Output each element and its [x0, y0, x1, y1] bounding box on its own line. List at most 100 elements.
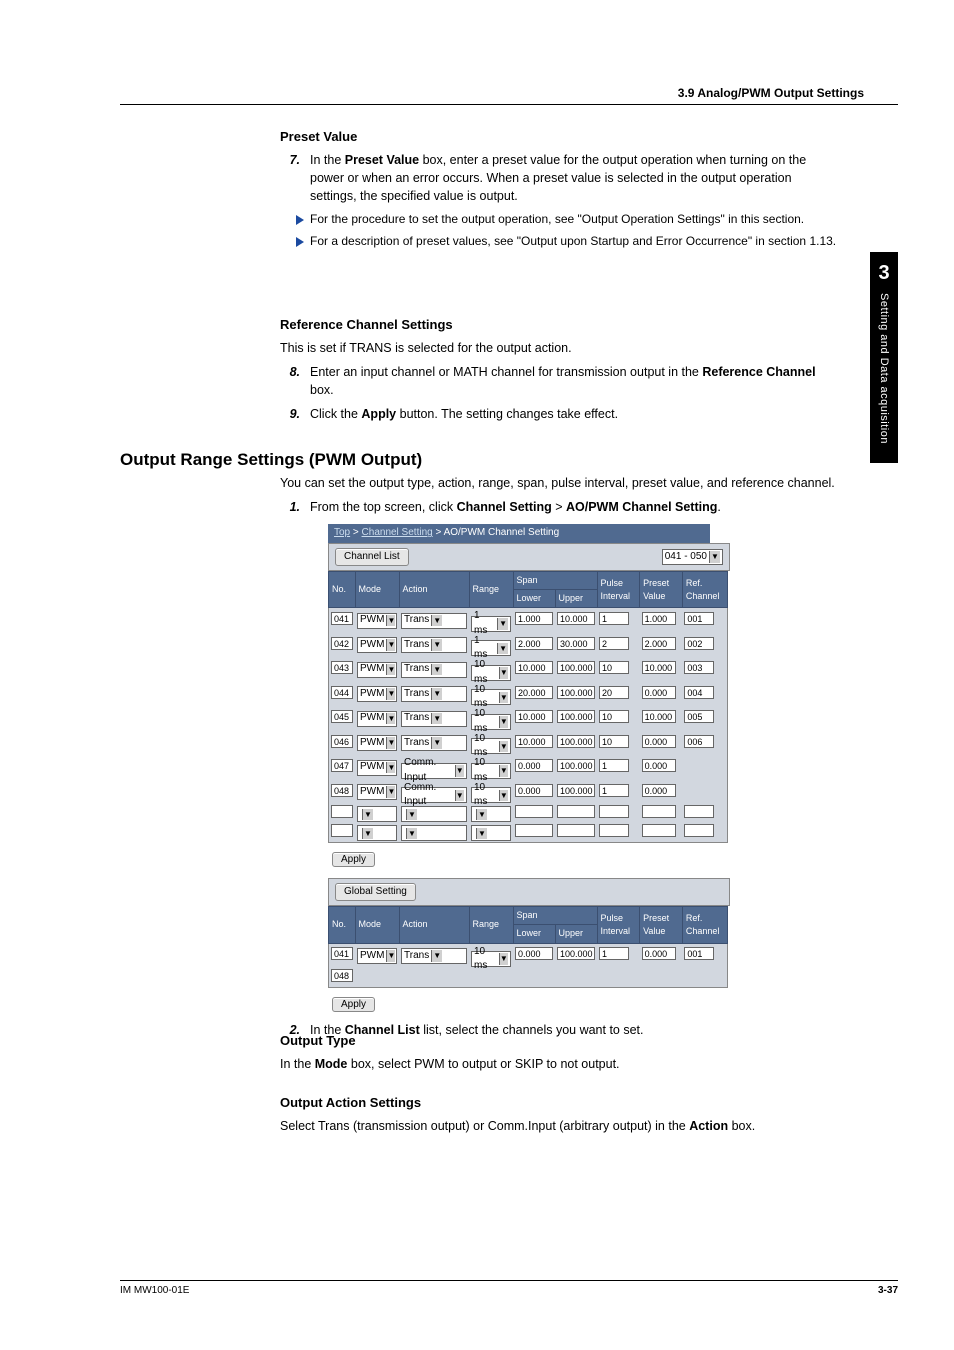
input-field[interactable]: 10 — [599, 710, 629, 723]
input-field[interactable]: 001 — [684, 947, 714, 960]
input-field[interactable]: 100.000 — [557, 661, 595, 674]
input-field[interactable] — [684, 824, 714, 837]
select[interactable]: Trans▼ — [401, 686, 467, 702]
input-field[interactable]: 0.000 — [642, 759, 676, 772]
input-field[interactable]: 2.000 — [642, 637, 676, 650]
select[interactable]: 10 ms▼ — [471, 714, 511, 730]
select[interactable]: 10 ms▼ — [471, 787, 511, 803]
select[interactable]: PWM▼ — [357, 686, 397, 702]
crumb-channel-setting-link[interactable]: Channel Setting — [362, 527, 433, 538]
select[interactable]: PWM▼ — [357, 662, 397, 678]
select[interactable]: Trans▼ — [401, 662, 467, 678]
select[interactable]: PWM▼ — [357, 735, 397, 751]
input-field[interactable] — [515, 805, 553, 818]
input-field[interactable]: 1 — [599, 759, 629, 772]
input-field[interactable]: 20.000 — [515, 686, 553, 699]
input-field[interactable] — [557, 805, 595, 818]
select[interactable]: 10 ms▼ — [471, 689, 511, 705]
input-field[interactable]: 041 — [331, 947, 353, 960]
select[interactable]: 10 ms▼ — [471, 951, 511, 967]
input-field[interactable]: 100.000 — [557, 735, 595, 748]
input-field[interactable] — [684, 805, 714, 818]
select[interactable]: Trans▼ — [401, 613, 467, 629]
channel-list-button[interactable]: Channel List — [335, 548, 409, 567]
input-field[interactable]: 001 — [684, 612, 714, 625]
input-field[interactable]: 006 — [684, 735, 714, 748]
input-field[interactable]: 0.000 — [642, 784, 676, 797]
select[interactable]: PWM▼ — [357, 948, 397, 964]
input-field[interactable]: 1.000 — [642, 612, 676, 625]
select[interactable]: 1 ms▼ — [471, 640, 511, 656]
input-field[interactable] — [642, 805, 676, 818]
input-field[interactable] — [515, 824, 553, 837]
select[interactable]: Trans▼ — [401, 735, 467, 751]
input-field[interactable]: 0.000 — [642, 686, 676, 699]
apply-button[interactable]: Apply — [332, 997, 375, 1012]
input-field[interactable]: 100.000 — [557, 947, 595, 960]
input-field[interactable]: 048 — [331, 784, 353, 797]
select[interactable]: ▼ — [357, 825, 397, 841]
input-field[interactable]: 1 — [599, 784, 629, 797]
input-field[interactable]: 004 — [684, 686, 714, 699]
input-field[interactable]: 0.000 — [642, 947, 676, 960]
select[interactable]: Comm. Input▼ — [401, 787, 467, 803]
input-field[interactable] — [599, 805, 629, 818]
input-field[interactable]: 0.000 — [515, 784, 553, 797]
select[interactable]: PWM▼ — [357, 637, 397, 653]
input-field[interactable]: 10.000 — [642, 661, 676, 674]
input-field[interactable]: 005 — [684, 710, 714, 723]
input-field[interactable]: 0.000 — [515, 947, 553, 960]
input-field[interactable]: 1.000 — [515, 612, 553, 625]
input-field[interactable]: 1 — [599, 612, 629, 625]
input-field[interactable]: 046 — [331, 735, 353, 748]
select[interactable]: Comm. Input▼ — [401, 763, 467, 779]
select[interactable]: 10 ms▼ — [471, 665, 511, 681]
input-field[interactable]: 10.000 — [515, 661, 553, 674]
select[interactable]: 1 ms▼ — [471, 616, 511, 632]
select[interactable]: ▼ — [357, 806, 397, 822]
input-field[interactable]: 10.000 — [515, 735, 553, 748]
input-field[interactable]: 2 — [599, 637, 629, 650]
input-field[interactable]: 100.000 — [557, 759, 595, 772]
crumb-top-link[interactable]: Top — [334, 527, 350, 538]
select[interactable]: PWM▼ — [357, 613, 397, 629]
input-field[interactable]: 20 — [599, 686, 629, 699]
input-field[interactable]: 0.000 — [515, 759, 553, 772]
input-field[interactable] — [599, 824, 629, 837]
input-field[interactable]: 0.000 — [642, 735, 676, 748]
select[interactable]: 10 ms▼ — [471, 738, 511, 754]
input-field[interactable]: 003 — [684, 661, 714, 674]
input-field[interactable]: 043 — [331, 661, 353, 674]
select[interactable]: ▼ — [471, 825, 511, 841]
select[interactable]: ▼ — [401, 806, 467, 822]
select[interactable]: PWM▼ — [357, 711, 397, 727]
input-field[interactable] — [331, 805, 353, 818]
select[interactable]: PWM▼ — [357, 760, 397, 776]
select[interactable]: Trans▼ — [401, 637, 467, 653]
input-field[interactable]: 041 — [331, 612, 353, 625]
input-field[interactable]: 042 — [331, 637, 353, 650]
input-field[interactable]: 10.000 — [515, 710, 553, 723]
input-field[interactable]: 048 — [331, 969, 353, 982]
input-field[interactable]: 10.000 — [557, 612, 595, 625]
input-field[interactable]: 100.000 — [557, 686, 595, 699]
input-field[interactable]: 100.000 — [557, 784, 595, 797]
input-field[interactable]: 044 — [331, 686, 353, 699]
input-field[interactable] — [557, 824, 595, 837]
input-field[interactable]: 002 — [684, 637, 714, 650]
input-field[interactable]: 2.000 — [515, 637, 553, 650]
input-field[interactable]: 10 — [599, 661, 629, 674]
select[interactable]: 10 ms▼ — [471, 763, 511, 779]
select[interactable]: Trans▼ — [401, 711, 467, 727]
input-field[interactable]: 30.000 — [557, 637, 595, 650]
channel-range-select[interactable]: 041 - 050▼ — [662, 549, 723, 565]
input-field[interactable] — [331, 824, 353, 837]
select[interactable]: ▼ — [471, 806, 511, 822]
input-field[interactable]: 1 — [599, 947, 629, 960]
input-field[interactable] — [642, 824, 676, 837]
input-field[interactable]: 047 — [331, 759, 353, 772]
apply-button[interactable]: Apply — [332, 852, 375, 867]
select[interactable]: PWM▼ — [357, 784, 397, 800]
global-setting-button[interactable]: Global Setting — [335, 883, 416, 902]
input-field[interactable]: 045 — [331, 710, 353, 723]
